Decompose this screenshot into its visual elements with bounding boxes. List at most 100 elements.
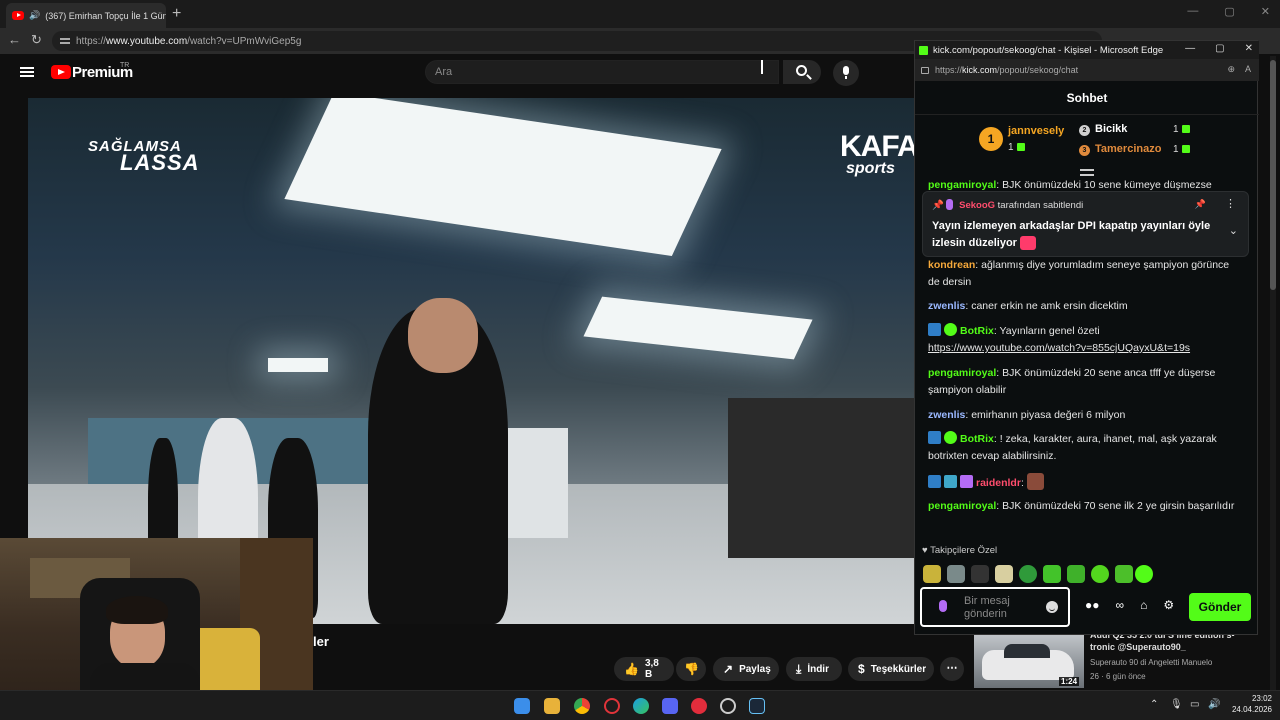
youtube-music-icon[interactable] xyxy=(691,698,707,714)
emoji-picker-icon[interactable] xyxy=(1046,601,1058,613)
leaderboard-user-1[interactable]: jannvesely xyxy=(1008,125,1064,137)
chat-username[interactable]: BotRix xyxy=(960,433,994,445)
emote-icon[interactable] xyxy=(971,565,989,583)
car-window xyxy=(1004,644,1050,658)
store-icon[interactable]: ⌂ xyxy=(1140,598,1147,612)
emote-icon[interactable] xyxy=(1019,565,1037,583)
super-thanks-icon: $ xyxy=(858,662,865,676)
chat-username[interactable]: pengamiroyal xyxy=(928,500,996,512)
menu-icon[interactable] xyxy=(20,67,34,77)
chat-username[interactable]: raidenldr xyxy=(976,477,1021,489)
lock-icon[interactable] xyxy=(921,66,929,74)
refresh-icon[interactable]: ↻ xyxy=(31,32,42,48)
chat-message-input[interactable]: Bir mesaj gönderin xyxy=(920,587,1070,627)
kick-window-titlebar: kick.com/popout/sekoog/chat - Kişisel - … xyxy=(915,41,1259,59)
url-host: kick.com xyxy=(962,65,998,75)
chat-text: caner erkin ne amk ersin dicektim xyxy=(971,300,1128,312)
maximize-icon[interactable]: ▢ xyxy=(1224,5,1234,18)
youtube-logo-icon[interactable] xyxy=(51,65,71,79)
dislike-button[interactable]: 👎 xyxy=(676,657,706,681)
streamer-hair xyxy=(106,596,168,624)
infinity-icon[interactable]: ∞ xyxy=(1116,598,1125,612)
app-icon[interactable] xyxy=(720,698,736,714)
kick-url-field[interactable]: https://kick.com/popout/sekoog/chat ⊕ A xyxy=(915,59,1259,81)
page-scrollbar-thumb[interactable] xyxy=(1270,60,1276,290)
pinned-by-user[interactable]: SekooG xyxy=(959,200,995,211)
clock-time[interactable]: 23:02 xyxy=(1240,694,1272,703)
new-tab-button[interactable]: + xyxy=(172,5,181,23)
more-options-icon[interactable]: ⋮ xyxy=(1225,197,1236,210)
emote-icon[interactable] xyxy=(947,565,965,583)
send-button[interactable]: Gönder xyxy=(1189,593,1251,621)
microphone-icon[interactable] xyxy=(939,600,947,612)
close-window-icon[interactable]: ✕ xyxy=(1261,5,1270,18)
clock-date[interactable]: 24.04.2026 xyxy=(1228,705,1272,714)
leaderboard-count-value-2: 1 xyxy=(1173,124,1179,135)
search-input[interactable]: Ara xyxy=(425,60,779,84)
edge-icon[interactable] xyxy=(633,698,649,714)
chat-link[interactable]: https://www.youtube.com/watch?v=855cjUQa… xyxy=(928,342,1190,354)
browser-tab-youtube[interactable]: 🔊 (367) Emirhan Topçu İle 1 Gün ✕ xyxy=(6,3,166,28)
emote-icon[interactable] xyxy=(1091,565,1109,583)
settings-icon[interactable]: ⚙ xyxy=(1163,598,1174,612)
chrome-icon[interactable] xyxy=(574,698,590,714)
minimize-icon[interactable]: — xyxy=(1185,43,1195,54)
discord-icon[interactable] xyxy=(662,698,678,714)
recommended-channel[interactable]: Superauto 90 di Angeletti Manuelo xyxy=(1090,658,1212,667)
start-icon[interactable] xyxy=(514,698,530,714)
chevron-down-icon[interactable]: ⌄ xyxy=(1229,224,1238,237)
pinned-text: Yayın izlemeyen arkadaşlar DPI kapatıp y… xyxy=(932,218,1217,252)
emote-icon[interactable] xyxy=(1135,565,1153,583)
unpin-icon[interactable]: 📌 xyxy=(1195,199,1206,210)
chat-username[interactable]: pengamiroyal xyxy=(928,179,996,191)
chat-message: zwenlis: caner erkin ne amk ersin dicekt… xyxy=(928,300,1128,312)
window-controls: — ▢ ✕ xyxy=(1187,5,1270,18)
emote-icon[interactable] xyxy=(995,565,1013,583)
leaderboard-user-2[interactable]: Bicikk xyxy=(1095,123,1127,135)
thanks-button[interactable]: $ Teşekkürler xyxy=(848,657,934,681)
emote-icon[interactable] xyxy=(923,565,941,583)
overlay-logo-top-right: KAFA xyxy=(840,130,919,163)
emote-icon[interactable] xyxy=(1043,565,1061,583)
back-icon[interactable]: ← xyxy=(8,32,21,47)
pinned-message[interactable]: 📌 SekooG tarafından sabitlendi 📌 ⋮ Yayın… xyxy=(922,191,1249,257)
steam-icon[interactable] xyxy=(749,698,765,714)
voice-search-button[interactable] xyxy=(833,60,859,86)
site-info-icon[interactable] xyxy=(60,36,70,46)
file-explorer-icon[interactable] xyxy=(544,698,560,714)
search-button[interactable] xyxy=(783,60,821,84)
youtube-header: Premium TR Ara xyxy=(0,54,914,90)
verified-badge-icon xyxy=(944,431,957,444)
emote-icon[interactable] xyxy=(1115,565,1133,583)
chat-username[interactable]: zwenlis xyxy=(928,300,965,312)
microphone-tray-icon[interactable]: 🎙 xyxy=(1170,699,1183,710)
network-icon[interactable]: ▭ xyxy=(1190,699,1199,710)
share-button[interactable]: ↗ Paylaş xyxy=(713,657,779,681)
leaderboard-count-3: 1 xyxy=(1173,144,1190,155)
chat-username[interactable]: kondrean xyxy=(928,259,975,271)
chat-username[interactable]: zwenlis xyxy=(928,409,965,421)
chat-message: pengamiroyal: BJK önümüzdeki 10 sene küm… xyxy=(928,179,1212,191)
chat-username[interactable]: pengamiroyal xyxy=(928,367,996,379)
points-icon[interactable]: ●● xyxy=(1085,598,1100,612)
recommended-meta: 26 · 6 gün önce xyxy=(1090,672,1146,681)
volume-icon[interactable]: 🔊 xyxy=(1208,699,1220,710)
bot-badge-icon xyxy=(928,323,941,336)
chat-username[interactable]: BotRix xyxy=(960,325,994,337)
maximize-icon[interactable]: ▢ xyxy=(1215,43,1224,54)
leaderboard-collapse-handle[interactable] xyxy=(1080,169,1094,176)
like-button[interactable]: 👍 3,8 B xyxy=(614,657,674,681)
emote-icon[interactable] xyxy=(1067,565,1085,583)
close-window-icon[interactable]: ✕ xyxy=(1245,43,1253,54)
chevron-up-icon[interactable]: ⌃ xyxy=(1150,699,1158,710)
speaker-icon[interactable]: 🔊 xyxy=(29,10,40,21)
download-button[interactable]: ⤓ İndir xyxy=(786,657,842,681)
bot-badge-icon xyxy=(928,475,941,488)
minimize-icon[interactable]: — xyxy=(1187,5,1198,18)
read-aloud-icon[interactable]: A xyxy=(1245,64,1251,75)
verified-badge-icon xyxy=(944,323,957,336)
opera-icon[interactable] xyxy=(604,698,620,714)
zoom-icon[interactable]: ⊕ xyxy=(1227,64,1235,75)
more-actions-button[interactable]: ⋯ xyxy=(940,657,964,681)
leaderboard-user-3[interactable]: Tamercinazo xyxy=(1095,143,1161,155)
